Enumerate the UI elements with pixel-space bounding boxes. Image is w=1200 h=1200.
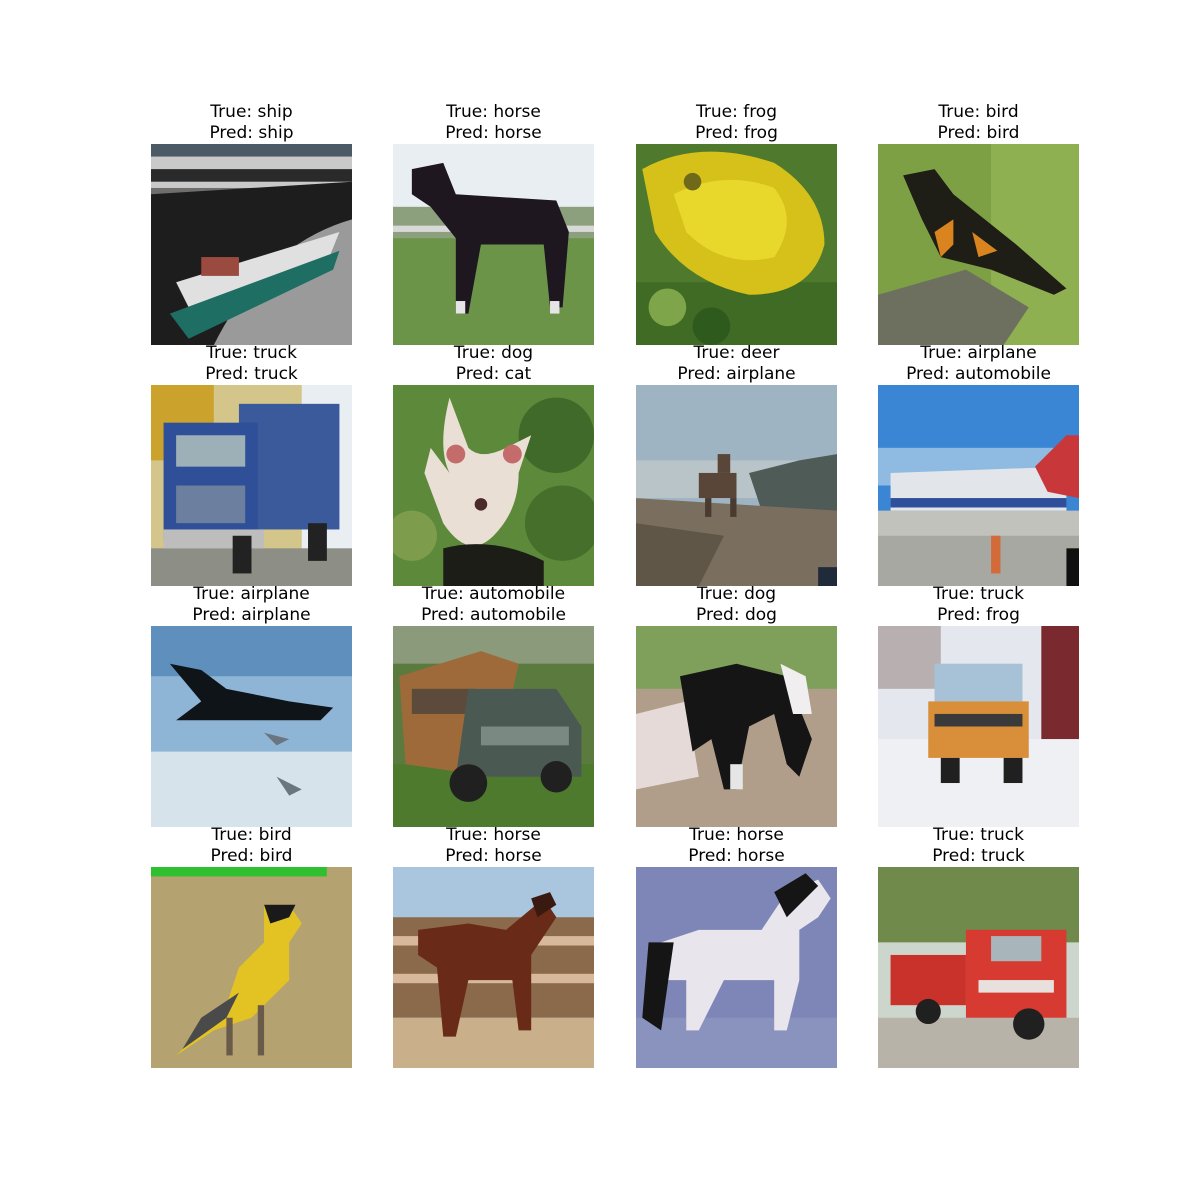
panel-2: True: horse Pred: horse [393,102,594,345]
pred-label: Pred: automobile [421,605,566,625]
true-label: True: horse [446,825,541,845]
true-label: True: horse [689,825,784,845]
pred-label: Pred: airplane [192,605,311,625]
panel-6: True: dog Pred: cat [393,343,594,586]
panel-caption: True: truck Pred: truck [838,825,1119,867]
panel-1: True: ship Pred: ship [151,102,352,345]
panel-4: True: bird Pred: bird [878,102,1079,345]
pred-label: Pred: truck [932,846,1025,866]
true-label: True: ship [210,102,293,122]
panel-caption: True: truck Pred: frog [838,584,1119,626]
true-label: True: airplane [920,343,1037,363]
panel-caption: True: airplane Pred: automobile [838,343,1119,385]
panel-caption: True: automobile Pred: automobile [353,584,634,626]
panel-11: True: dog Pred: dog [636,584,837,827]
sample-image-horse-2 [393,867,594,1068]
true-label: True: bird [211,825,292,845]
panel-caption: True: deer Pred: airplane [596,343,877,385]
sample-image-horse [393,144,594,345]
true-label: True: automobile [421,584,566,604]
pred-label: Pred: dog [696,605,777,625]
panel-14: True: horse Pred: horse [393,825,594,1068]
sample-image-dog-2 [636,626,837,827]
panel-caption: True: dog Pred: dog [596,584,877,626]
true-label: True: truck [933,584,1024,604]
panel-15: True: horse Pred: horse [636,825,837,1068]
sample-image-horse-3 [636,867,837,1068]
sample-image-bird [878,144,1079,345]
panel-9: True: airplane Pred: airplane [151,584,352,827]
sample-image-truck [151,385,352,586]
true-label: True: horse [446,102,541,122]
sample-image-frog [636,144,837,345]
sample-image-bird-2 [151,867,352,1068]
prediction-grid: True: ship Pred: ship True: horse Pred: … [0,0,1200,1200]
pred-label: Pred: truck [205,364,298,384]
panel-10: True: automobile Pred: automobile [393,584,594,827]
pred-label: Pred: horse [445,123,542,143]
sample-image-jet [151,626,352,827]
sample-image-fire-truck [878,867,1079,1068]
sample-image-truck-2 [878,626,1079,827]
sample-image-boat [151,144,352,345]
panel-16: True: truck Pred: truck [878,825,1079,1068]
pred-label: Pred: airplane [677,364,796,384]
panel-3: True: frog Pred: frog [636,102,837,345]
panel-caption: True: horse Pred: horse [596,825,877,867]
panel-caption: True: ship Pred: ship [111,102,392,144]
true-label: True: deer [693,343,780,363]
pred-label: Pred: automobile [906,364,1051,384]
panel-13: True: bird Pred: bird [151,825,352,1068]
true-label: True: truck [933,825,1024,845]
pred-label: Pred: frog [695,123,778,143]
true-label: True: airplane [193,584,310,604]
panel-5: True: truck Pred: truck [151,343,352,586]
sample-image-car [393,626,594,827]
panel-caption: True: frog Pred: frog [596,102,877,144]
pred-label: Pred: bird [937,123,1020,143]
panel-caption: True: airplane Pred: airplane [111,584,392,626]
sample-image-deer [636,385,837,586]
panel-caption: True: horse Pred: horse [353,825,634,867]
panel-caption: True: bird Pred: bird [111,825,392,867]
panel-caption: True: dog Pred: cat [353,343,634,385]
true-label: True: frog [695,102,778,122]
pred-label: Pred: horse [688,846,785,866]
pred-label: Pred: ship [209,123,294,143]
panel-caption: True: horse Pred: horse [353,102,634,144]
panel-8: True: airplane Pred: automobile [878,343,1079,586]
pred-label: Pred: bird [210,846,293,866]
panel-7: True: deer Pred: airplane [636,343,837,586]
pred-label: Pred: cat [455,364,532,384]
true-label: True: dog [453,343,534,363]
true-label: True: truck [206,343,297,363]
sample-image-dog [393,385,594,586]
sample-image-airplane [878,385,1079,586]
panel-caption: True: bird Pred: bird [838,102,1119,144]
true-label: True: dog [696,584,777,604]
true-label: True: bird [938,102,1019,122]
panel-caption: True: truck Pred: truck [111,343,392,385]
pred-label: Pred: horse [445,846,542,866]
pred-label: Pred: frog [937,605,1020,625]
panel-12: True: truck Pred: frog [878,584,1079,827]
